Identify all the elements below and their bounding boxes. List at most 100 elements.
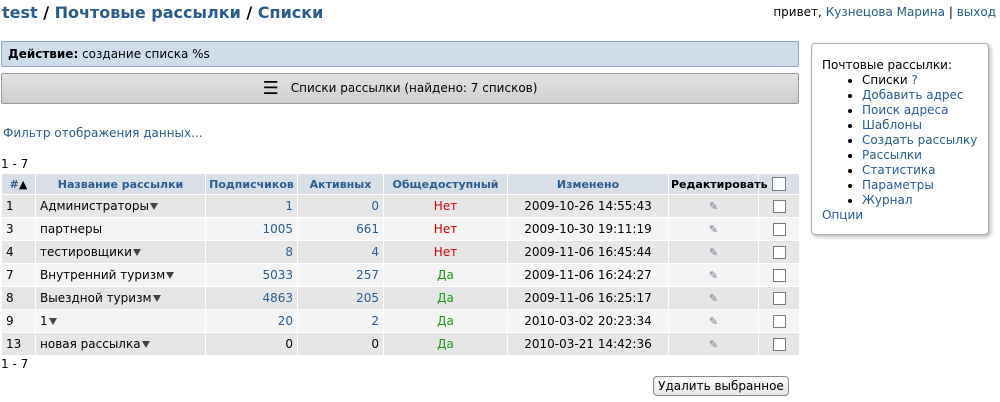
sidebar-link[interactable]: Создать рассылку — [862, 133, 977, 147]
subscribers-link[interactable]: 8 — [285, 245, 293, 259]
row-name: тестировщики — [35, 240, 206, 264]
active-link[interactable]: 661 — [356, 222, 379, 236]
row-checkbox[interactable] — [772, 269, 786, 282]
row-checkbox[interactable] — [772, 200, 786, 213]
row-active: 0 — [297, 332, 384, 356]
row-checkbox[interactable] — [772, 315, 786, 328]
row-select — [758, 194, 800, 218]
row-name: Администраторы — [35, 194, 206, 218]
dropdown-triangle-icon[interactable] — [149, 203, 158, 210]
subscribers-link[interactable]: 4863 — [262, 291, 293, 305]
col-active-header[interactable]: Активных — [297, 173, 384, 195]
user-name-link[interactable]: Кузнецова Марина — [826, 5, 945, 19]
active-link[interactable]: 2 — [371, 314, 379, 328]
col-id-header[interactable]: #▲ — [1, 173, 36, 195]
delete-selected-button[interactable]: Удалить выбранное — [653, 376, 789, 396]
table-row: 8 Выездной туризм 4863 205 Да 2009-11-06… — [1, 286, 800, 310]
row-subscribers: 20 — [205, 309, 298, 333]
row-edit: ✎ — [668, 332, 759, 356]
breadcrumb-root-link[interactable]: test — [2, 3, 38, 22]
table-header-row: #▲ Название рассылки Подписчиков Активны… — [1, 173, 800, 195]
row-active: 0 — [297, 194, 384, 218]
dropdown-triangle-icon[interactable] — [48, 318, 57, 325]
row-edit: ✎ — [668, 194, 759, 218]
active-link[interactable]: 205 — [356, 291, 379, 305]
sidebar-link[interactable]: Параметры — [862, 178, 934, 192]
list-name: 1 — [40, 314, 48, 328]
active-link[interactable]: 0 — [371, 199, 379, 213]
dropdown-triangle-icon[interactable] — [132, 249, 141, 256]
row-select — [758, 263, 800, 287]
row-modified: 2009-10-26 14:55:43 — [507, 194, 669, 218]
edit-pencil-icon[interactable]: ✎ — [709, 292, 718, 305]
edit-pencil-icon[interactable]: ✎ — [709, 315, 718, 328]
edit-pencil-icon[interactable]: ✎ — [709, 338, 718, 351]
row-id: 1 — [1, 194, 36, 218]
row-public-status: Нет — [383, 194, 508, 218]
subscribers-link[interactable]: 5033 — [262, 268, 293, 282]
table-row: 7 Внутренний туризм 5033 257 Да 2009-11-… — [1, 263, 800, 287]
edit-pencil-icon[interactable]: ✎ — [709, 246, 718, 259]
row-subscribers: 8 — [205, 240, 298, 264]
edit-pencil-icon[interactable]: ✎ — [709, 269, 718, 282]
breadcrumb-separator: / — [37, 3, 55, 22]
greeting-text: привет, — [773, 5, 822, 19]
sidebar-link[interactable]: Поиск адреса — [862, 103, 948, 117]
list-name: новая рассылка — [40, 337, 141, 351]
subscribers-link[interactable]: 1005 — [262, 222, 293, 236]
select-all-checkbox[interactable] — [772, 177, 786, 191]
sidebar-item-add-address: Добавить адрес — [862, 88, 988, 103]
list-name: тестировщики — [40, 245, 132, 259]
row-edit: ✎ — [668, 240, 759, 264]
row-name: Внутренний туризм — [35, 263, 206, 287]
sidebar-link[interactable]: Статистика — [862, 163, 936, 177]
row-edit: ✎ — [668, 217, 759, 241]
row-modified: 2009-11-06 16:45:44 — [507, 240, 669, 264]
dropdown-triangle-icon[interactable] — [166, 272, 175, 279]
breadcrumb-section-link[interactable]: Почтовые рассылки — [55, 3, 241, 22]
row-active: 205 — [297, 286, 384, 310]
list-name: Администраторы — [40, 199, 149, 213]
subscribers-link[interactable]: 20 — [278, 314, 293, 328]
dropdown-triangle-icon[interactable] — [152, 295, 161, 302]
row-id: 8 — [1, 286, 36, 310]
dropdown-triangle-icon[interactable] — [141, 341, 150, 348]
row-public-status: Нет — [383, 217, 508, 241]
row-select — [758, 309, 800, 333]
menu-icon[interactable]: ☰ — [263, 78, 279, 99]
sidebar-link[interactable]: Журнал — [862, 193, 913, 207]
sidebar-link[interactable]: Добавить адрес — [862, 88, 963, 102]
col-edit-header: Редактировать — [668, 173, 768, 195]
row-id: 4 — [1, 240, 36, 264]
subscribers-link[interactable]: 1 — [285, 199, 293, 213]
row-id: 13 — [1, 332, 36, 356]
row-checkbox[interactable] — [772, 223, 786, 236]
sidebar-link[interactable]: Шаблоны — [862, 118, 922, 132]
col-public-header[interactable]: Общедоступный — [383, 173, 508, 195]
col-modified-header[interactable]: Изменено — [507, 173, 669, 195]
edit-pencil-icon[interactable]: ✎ — [709, 200, 718, 213]
row-active: 4 — [297, 240, 384, 264]
row-modified: 2009-11-06 16:24:27 — [507, 263, 669, 287]
options-link[interactable]: Опции — [822, 208, 863, 222]
edit-pencil-icon[interactable]: ✎ — [709, 223, 718, 236]
row-name: новая рассылка — [35, 332, 206, 356]
lists-title: Списки рассылки (найдено: 7 списков) — [290, 81, 538, 95]
row-checkbox[interactable] — [772, 292, 786, 305]
row-checkbox[interactable] — [772, 338, 786, 351]
sidebar-link[interactable]: Рассылки — [862, 148, 922, 162]
row-public-status: Да — [383, 286, 508, 310]
row-checkbox[interactable] — [772, 246, 786, 259]
breadcrumb-page-link[interactable]: Списки — [258, 3, 324, 22]
active-link[interactable]: 4 — [371, 245, 379, 259]
list-name: партнеры — [40, 222, 103, 236]
filter-link[interactable]: Фильтр отображения данных... — [3, 126, 203, 140]
col-subscribers-header[interactable]: Подписчиков — [205, 173, 298, 195]
col-name-header[interactable]: Название рассылки — [35, 173, 206, 195]
row-active: 2 — [297, 309, 384, 333]
table-row: 3 партнеры 1005 661 Нет 2009-10-30 19:11… — [1, 217, 800, 241]
help-link[interactable]: ? — [912, 73, 918, 87]
row-id: 7 — [1, 263, 36, 287]
active-link[interactable]: 257 — [356, 268, 379, 282]
logout-link[interactable]: выход — [957, 5, 996, 19]
